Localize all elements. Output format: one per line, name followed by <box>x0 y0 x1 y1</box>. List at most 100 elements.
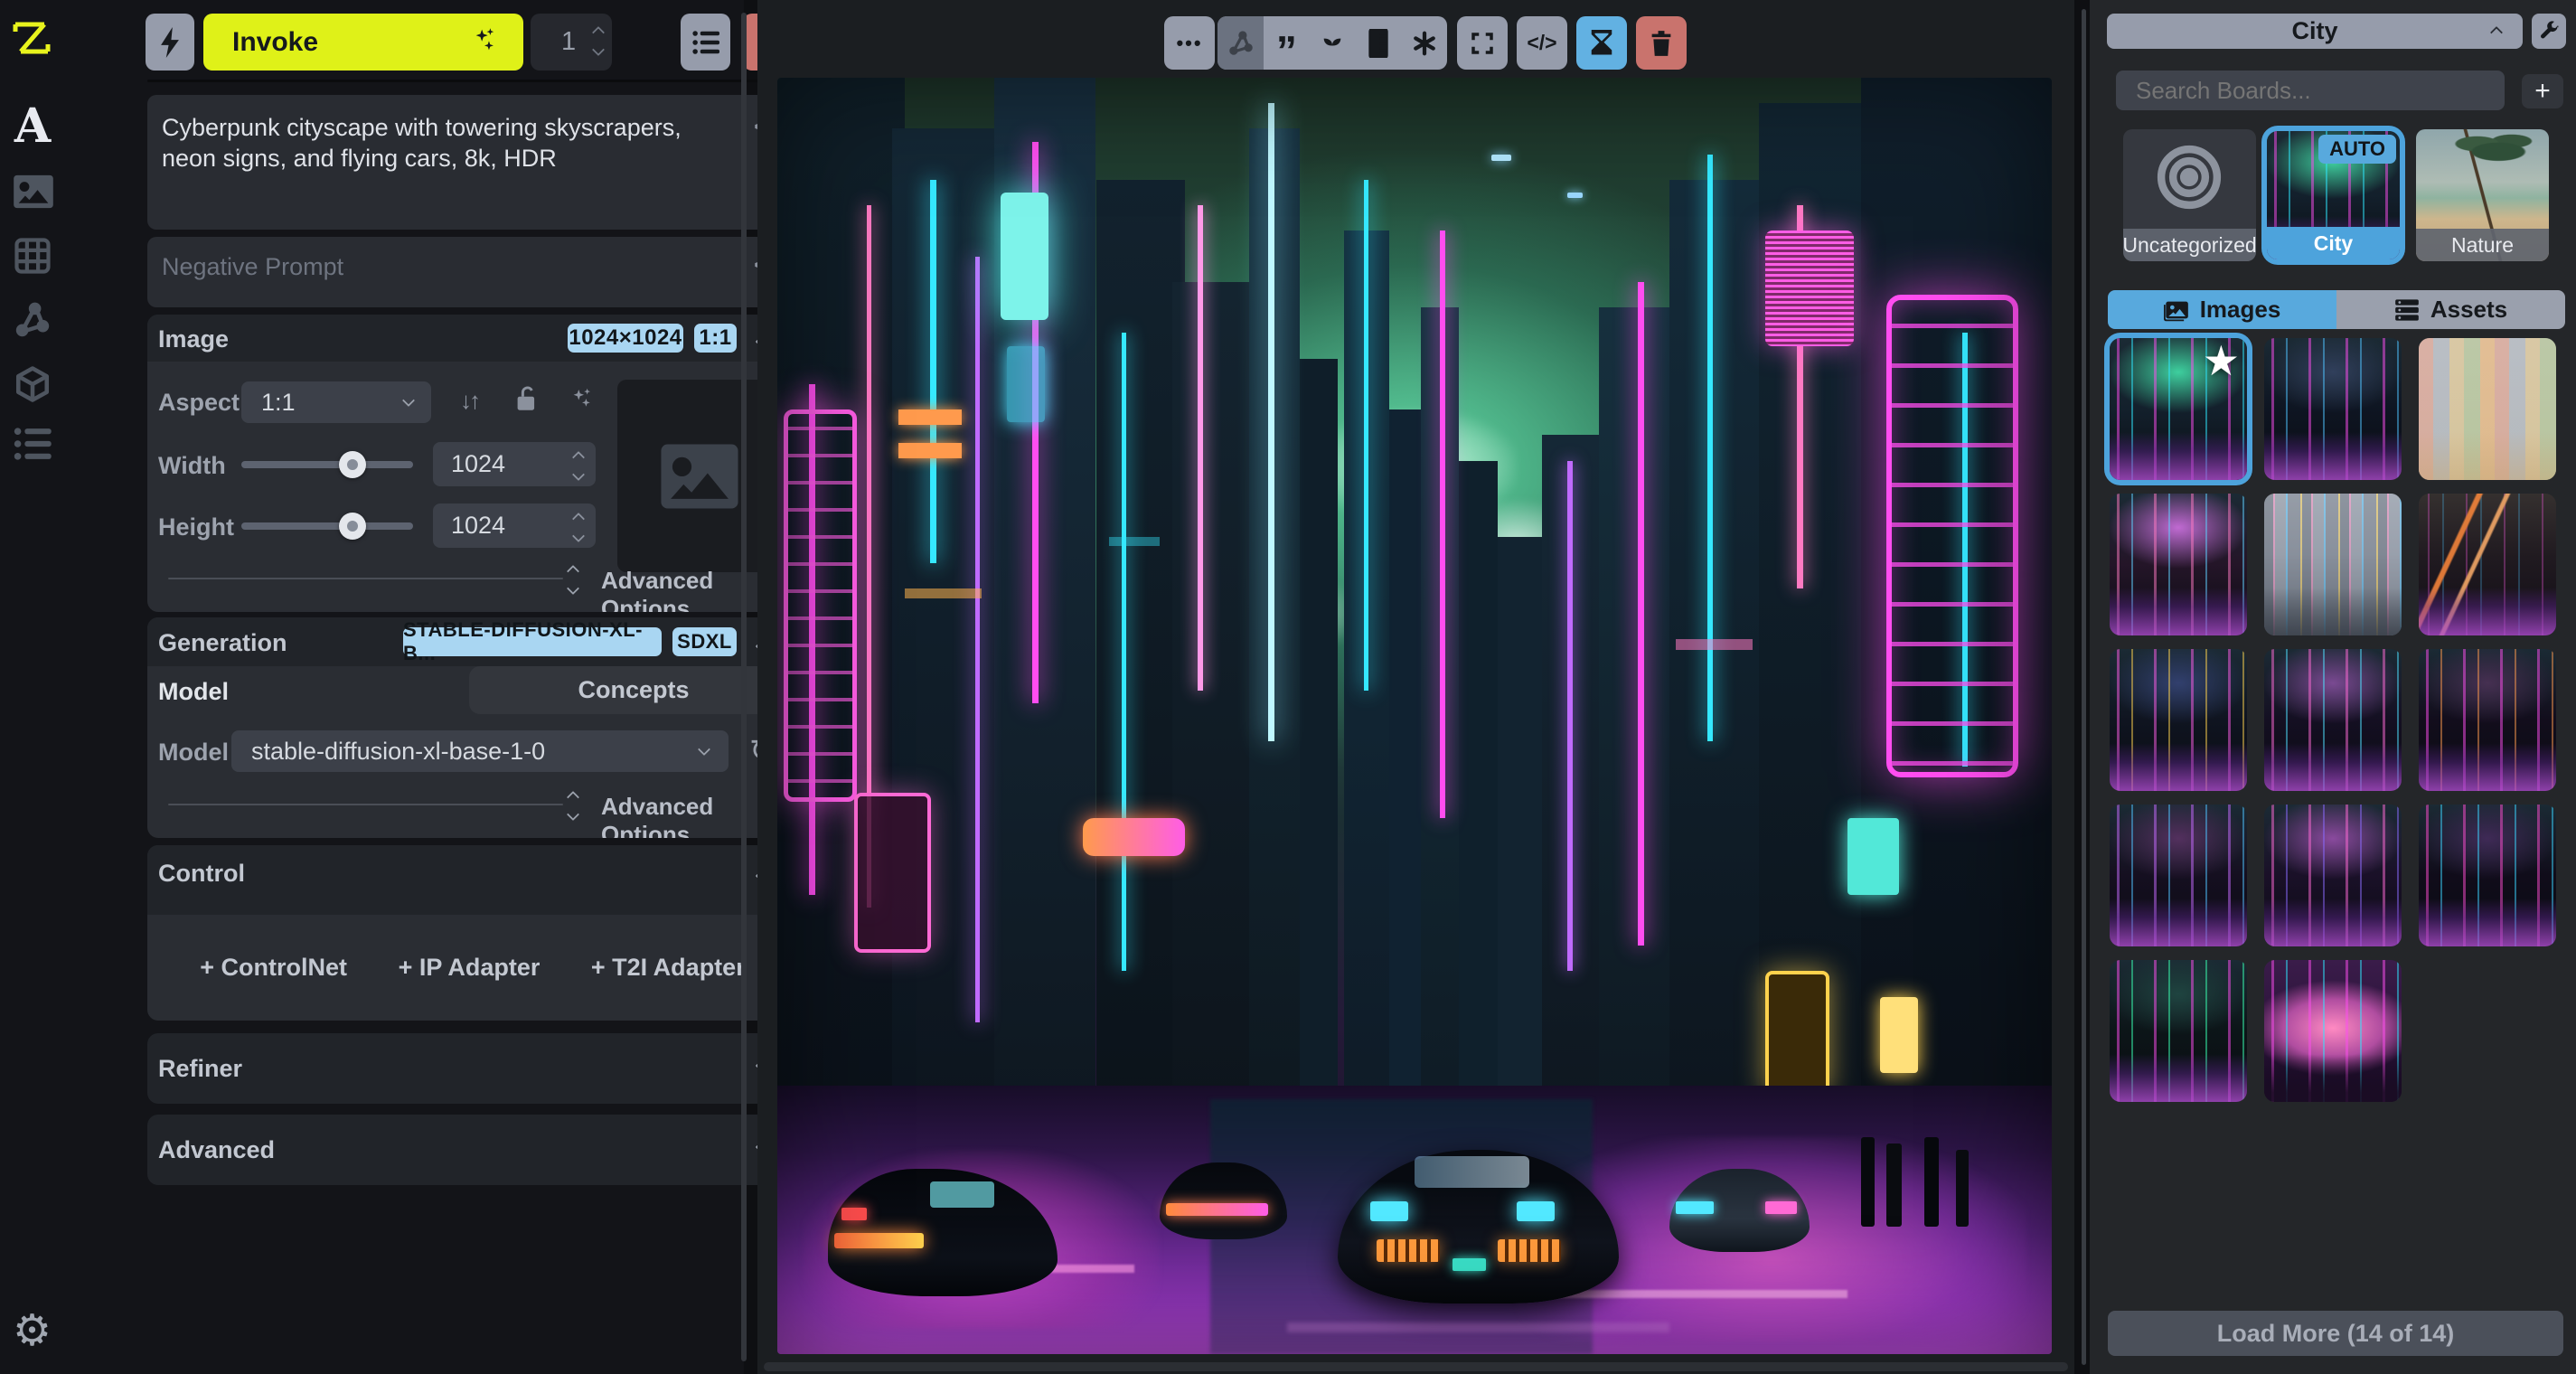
invoke-button[interactable]: Invoke <box>203 14 523 71</box>
image-decoration <box>1267 103 1274 742</box>
use-prompt-button[interactable]: ” <box>1264 27 1310 71</box>
tab-workflows[interactable] <box>14 301 52 344</box>
generation-section-header[interactable]: Generation STABLE-DIFFUSION-XL-B... SDXL <box>147 617 798 666</box>
board-settings-button[interactable] <box>2532 14 2566 49</box>
tab-canvas[interactable] <box>14 174 53 214</box>
tab-assets[interactable]: Assets <box>2336 290 2565 329</box>
queue-list-button[interactable] <box>681 14 730 71</box>
height-input-wrap[interactable]: 1024 <box>433 503 596 548</box>
gallery-grid: ★ <box>2110 338 2562 1102</box>
settings-gear-icon[interactable]: ⚙ <box>13 1305 52 1356</box>
negative-prompt-box[interactable]: Negative Prompt </> <box>147 237 798 307</box>
add-t2i-adapter-button[interactable]: + T2I Adapter <box>591 954 746 982</box>
aspect-label: Aspect <box>158 389 240 416</box>
gallery-thumbnail[interactable] <box>2419 338 2556 480</box>
use-all-button[interactable] <box>1401 30 1447 57</box>
viewer-options-button[interactable]: ••• <box>1164 16 1215 70</box>
board-city[interactable]: AUTO City <box>2267 131 2400 259</box>
tab-upscaling[interactable] <box>14 237 52 279</box>
add-controlnet-button[interactable]: + ControlNet <box>200 954 347 982</box>
frame-image-button[interactable] <box>1457 16 1508 70</box>
load-workflow-button[interactable] <box>1217 16 1264 70</box>
use-seed-button[interactable] <box>1310 30 1356 57</box>
image-decoration <box>1542 1290 1848 1298</box>
height-slider-knob[interactable] <box>339 513 366 540</box>
add-ip-adapter-button[interactable]: + IP Adapter <box>399 954 541 982</box>
image-viewer-panel: ••• ” </> <box>757 0 2074 1374</box>
gallery-thumbnail[interactable]: ★ <box>2110 338 2247 480</box>
height-slider[interactable] <box>241 522 413 530</box>
add-board-button[interactable]: + <box>2522 74 2563 108</box>
delete-image-button[interactable] <box>1636 16 1687 70</box>
gallery-thumbnail[interactable] <box>2264 338 2402 480</box>
board-label: Nature <box>2416 229 2549 261</box>
tab-model[interactable]: Model <box>158 678 229 706</box>
invoke-lightning-button[interactable] <box>146 14 194 71</box>
board-uncategorized[interactable]: Uncategorized <box>2123 129 2256 261</box>
image-decoration <box>1497 1238 1562 1263</box>
tab-queue[interactable] <box>14 427 52 466</box>
generated-image[interactable] <box>777 78 2052 1354</box>
image-decoration <box>1516 1200 1556 1222</box>
gallery-thumbnail[interactable] <box>2419 805 2556 946</box>
advanced-divider <box>168 804 563 805</box>
load-more-button[interactable]: Load More (14 of 14) <box>2108 1311 2563 1356</box>
model-select[interactable]: stable-diffusion-xl-base-1-0 <box>231 730 729 772</box>
image-decoration <box>930 1181 994 1208</box>
gallery-thumbnail[interactable] <box>2419 494 2556 635</box>
image-decoration <box>1924 1136 1939 1227</box>
gallery-thumbnail[interactable] <box>2110 649 2247 791</box>
view-metadata-button[interactable]: </> <box>1517 16 1567 70</box>
gallery-thumbnail[interactable] <box>2264 649 2402 791</box>
tab-models[interactable] <box>14 365 52 408</box>
control-section: Control + ControlNet + IP Adapter + T2I … <box>147 845 798 1021</box>
left-panel-scrollbar[interactable] <box>741 13 747 1361</box>
width-input-wrap[interactable]: 1024 <box>433 442 596 486</box>
image-decoration <box>1707 154 1713 742</box>
gallery-thumbnail[interactable] <box>2110 960 2247 1102</box>
generation-section-title: Generation <box>158 629 287 656</box>
search-boards-wrap <box>2116 71 2505 110</box>
control-section-header[interactable]: Control <box>147 845 798 915</box>
image-section-header[interactable]: Image 1024×1024 1:1 <box>147 315 798 362</box>
panel-resize-handle[interactable] <box>2082 9 2086 1365</box>
gallery-thumbnail[interactable] <box>2110 494 2247 635</box>
viewer-horizontal-scrollbar[interactable] <box>764 1362 2068 1371</box>
image-decoration <box>1885 1143 1902 1227</box>
ratio-badge: 1:1 <box>694 324 737 353</box>
tab-text-to-image[interactable]: A <box>9 103 56 150</box>
refiner-section-header[interactable]: Refiner <box>147 1033 798 1104</box>
image-decoration <box>1490 154 1512 161</box>
board-selector[interactable]: City <box>2107 14 2523 49</box>
tab-concepts[interactable]: Concepts <box>469 666 798 714</box>
image-decoration <box>1108 537 1160 547</box>
aspect-select[interactable]: 1:1 <box>241 381 431 423</box>
image-placeholder-icon <box>661 444 738 508</box>
board-nature[interactable]: Nature <box>2416 129 2549 261</box>
swap-dimensions-icon[interactable]: ↓↑ <box>460 387 481 415</box>
advanced-section-header[interactable]: Advanced <box>147 1115 798 1185</box>
search-boards-input[interactable] <box>2134 75 2481 106</box>
positive-prompt-box[interactable]: Cyberpunk cityscape with towering skyscr… <box>147 95 798 230</box>
height-value: 1024 <box>451 512 506 539</box>
lock-aspect-icon[interactable] <box>514 385 540 417</box>
use-size-button[interactable] <box>1356 28 1402 58</box>
width-slider[interactable] <box>241 461 413 468</box>
processing-status-button[interactable] <box>1576 16 1627 70</box>
left-rail: A ⚙ <box>0 0 68 1374</box>
image-decoration <box>1879 996 1918 1074</box>
image-decoration <box>1764 231 1855 346</box>
queue-count-stepper[interactable]: 1 <box>531 14 612 71</box>
width-slider-knob[interactable] <box>339 451 366 478</box>
optimize-size-icon[interactable] <box>569 385 596 417</box>
gallery-thumbnail[interactable] <box>2419 649 2556 791</box>
gallery-thumbnail[interactable] <box>2264 805 2402 946</box>
image-decoration <box>1363 179 1369 691</box>
gallery-thumbnail[interactable] <box>2264 494 2402 635</box>
gallery-thumbnail[interactable] <box>2264 960 2402 1102</box>
tab-images[interactable]: Images <box>2108 290 2336 329</box>
image-decoration <box>1764 1200 1797 1214</box>
image-decoration <box>1453 1258 1486 1272</box>
resolution-badge: 1024×1024 <box>568 324 683 353</box>
gallery-thumbnail[interactable] <box>2110 805 2247 946</box>
